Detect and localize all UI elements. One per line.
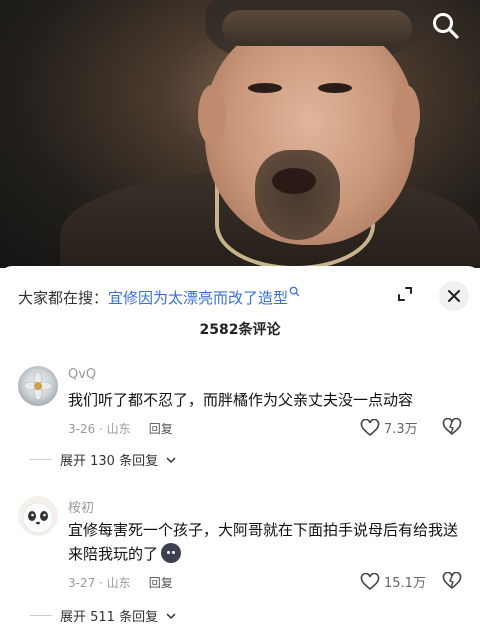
comment-item: 桉初 宜修每害死一个孩子，大阿哥就在下面拍手说母后有给我送来陪我玩的了 3-27… (0, 492, 480, 632)
divider (30, 615, 52, 616)
dislike-icon[interactable] (442, 417, 462, 438)
video-player[interactable] (0, 0, 480, 268)
like-count: 15.1万 (384, 576, 426, 591)
close-icon (448, 290, 460, 302)
video-figure-ear (198, 85, 226, 145)
expand-replies-button[interactable]: 展开 130 条回复 (30, 450, 176, 469)
expand-replies-label: 展开 130 条回复 (60, 454, 159, 469)
chevron-down-icon (166, 612, 176, 619)
heart-icon (360, 572, 380, 590)
trending-search-keyword[interactable]: 宜修因为太漂亮而改了造型 (108, 289, 288, 307)
video-figure-beard (255, 150, 340, 240)
search-icon[interactable] (430, 10, 462, 42)
trending-search-prefix: 大家都在搜： (18, 289, 109, 307)
comment-date-location: 3-27 · 山东 (68, 576, 131, 590)
close-button[interactable] (439, 281, 469, 311)
panda-icon (22, 502, 54, 534)
comment-meta: 3-27 · 山东 回复 (68, 574, 173, 591)
video-figure-mouth (272, 168, 316, 194)
comment-text-body: 宜修每害死一个孩子，大阿哥就在下面拍手说母后有给我送来陪我玩的了 (68, 521, 459, 563)
heart-icon (360, 418, 380, 436)
video-figure-eye (248, 83, 282, 93)
expand-icon[interactable] (392, 281, 418, 307)
comment-meta: 3-26 · 山东 回复 (68, 420, 173, 437)
flower-icon (23, 371, 53, 401)
video-figure-eye (318, 83, 352, 93)
video-figure-ear (392, 85, 420, 145)
avatar[interactable] (18, 366, 58, 406)
avatar[interactable] (18, 496, 58, 536)
trending-search[interactable]: 大家都在搜：宜修因为太漂亮而改了造型 (18, 286, 300, 308)
video-figure-hatband (222, 10, 412, 46)
dislike-icon[interactable] (442, 571, 462, 592)
reply-button[interactable]: 回复 (149, 576, 173, 590)
comment-text: 宜修每害死一个孩子，大阿哥就在下面拍手说母后有给我送来陪我玩的了 (68, 518, 463, 566)
comment-username[interactable]: 桉初 (68, 497, 94, 516)
expand-replies-label: 展开 511 条回复 (60, 610, 159, 625)
comment-username[interactable]: QvQ (68, 367, 96, 382)
like-button[interactable]: 7.3万 (360, 418, 418, 437)
like-button[interactable]: 15.1万 (360, 572, 426, 591)
chevron-down-icon (166, 456, 176, 463)
divider (30, 459, 52, 460)
search-icon (289, 286, 300, 297)
emoji-icon (161, 543, 182, 563)
comment-sheet: 大家都在搜：宜修因为太漂亮而改了造型 2582条评论 QvQ 我们听了都不忍了，… (0, 266, 480, 639)
comment-item: QvQ 我们听了都不忍了，而胖橘作为父亲丈夫没一点动容 3-26 · 山东 回复 … (0, 362, 480, 482)
comment-date-location: 3-26 · 山东 (68, 422, 131, 436)
reply-button[interactable]: 回复 (149, 422, 173, 436)
comment-count: 2582条评论 (199, 322, 281, 338)
like-count: 7.3万 (384, 422, 418, 437)
expand-replies-button[interactable]: 展开 511 条回复 (30, 606, 176, 625)
comment-text: 我们听了都不忍了，而胖橘作为父亲丈夫没一点动容 (68, 391, 414, 409)
